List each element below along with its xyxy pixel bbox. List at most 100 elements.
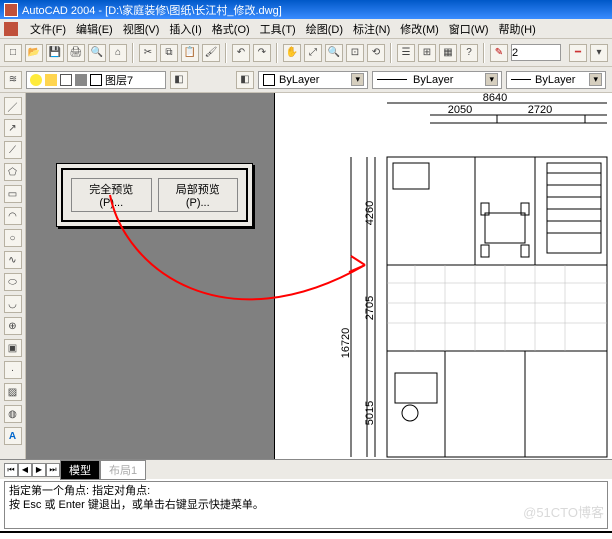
tab-next-icon[interactable]: ▶ [32,463,46,477]
redo-icon[interactable]: ↷ [253,44,271,62]
dc-icon[interactable]: ⊞ [418,44,436,62]
separator [276,43,278,63]
pan-icon[interactable]: ✋ [283,44,301,62]
cmd-line-2: 按 Esc 或 Enter 键退出，或单击右键显示快捷菜单。 [9,498,603,512]
menu-tools[interactable]: 工具(T) [256,20,300,38]
watermark: @51CTO博客 [523,502,604,521]
zoommisc-icon[interactable]: 🔍 [325,44,343,62]
layer-toolbar: ≋ 图层7 ◧ ◧ ByLayer ByLayer ByLayer [0,67,612,93]
model-space-left[interactable]: 完全预览(P)... 局部预览(P)... [26,93,274,459]
tab-last-icon[interactable]: ⏭ [46,463,60,477]
menu-view[interactable]: 视图(V) [119,20,164,38]
point-icon[interactable]: · [4,361,22,379]
tp-icon[interactable]: ▦ [439,44,457,62]
menu-file[interactable]: 文件(F) [26,20,70,38]
color-ctrl-icon[interactable]: ◧ [236,71,254,89]
menu-help[interactable]: 帮助(H) [495,20,540,38]
dim-left-a: 4260 [364,201,376,225]
plot-icon [75,74,87,86]
linetype-combo[interactable]: ByLayer [372,71,502,89]
menu-insert[interactable]: 插入(I) [165,20,205,38]
dim-left-c: 5015 [364,401,376,425]
lineweight-input[interactable] [511,44,561,61]
help-icon[interactable]: ? [460,44,478,62]
line-icon[interactable]: ／ [4,97,22,115]
doc-icon[interactable] [4,22,18,36]
undo-icon[interactable]: ↶ [232,44,250,62]
rect-icon[interactable]: ▭ [4,185,22,203]
floorplan-svg: 8640 2050 2720 4260 2705 5015 16720 [275,93,612,459]
lineweight-value: ByLayer [535,74,575,86]
tab-prev-icon[interactable]: ◀ [18,463,32,477]
sun-icon [45,74,57,86]
drawing-viewport[interactable]: 8640 2050 2720 4260 2705 5015 16720 [274,93,612,459]
preview-dialog: 完全预览(P)... 局部预览(P)... [56,163,253,227]
open-icon[interactable]: 📂 [25,44,43,62]
draw-toolbar: ／ ↗ ⟋ ⬠ ▭ ◠ ○ ∿ ⬭ ◡ ⊕ ▣ · ▨ ◍ A [0,93,26,459]
menu-modify[interactable]: 修改(M) [396,20,443,38]
lw-preset-icon[interactable]: ━ [569,44,587,62]
block-icon[interactable]: ▣ [4,339,22,357]
dim-top-total: 8640 [483,93,507,104]
spline-icon[interactable]: ∿ [4,251,22,269]
pen-icon[interactable]: ✎ [490,44,508,62]
menu-window[interactable]: 窗口(W) [445,20,493,38]
bottom-border [0,531,612,535]
color-combo[interactable]: ByLayer [258,71,368,89]
save-icon[interactable]: 💾 [46,44,64,62]
menu-edit[interactable]: 编辑(E) [72,20,117,38]
zoomwin-icon[interactable]: ⊡ [346,44,364,62]
match-icon[interactable]: 🖌 [202,44,220,62]
command-line[interactable]: 指定第一个角点: 指定对角点: 按 Esc 或 Enter 键退出，或单击右键显… [4,481,608,529]
full-preview-button[interactable]: 完全预览(P)... [71,178,152,212]
layer-prev-icon[interactable]: ◧ [170,71,188,89]
layer-name: 图层7 [105,72,133,88]
app-icon [4,3,18,17]
text-icon[interactable]: A [4,427,22,445]
tab-layout1[interactable]: 布局1 [100,460,146,480]
layout-tabs: ⏮ ◀ ▶ ⏭ 模型 布局1 [0,459,612,479]
dim-far-left: 16720 [340,328,352,359]
window-title: AutoCAD 2004 - [D:\家庭装修\图纸\长江村_修改.dwg] [22,2,282,18]
ellipse-icon[interactable]: ⬭ [4,273,22,291]
publish-icon[interactable]: ⌂ [109,44,127,62]
paste-icon[interactable]: 📋 [181,44,199,62]
layer-mgr-icon[interactable]: ≋ [4,71,22,89]
color-value: ByLayer [279,74,319,86]
menu-draw[interactable]: 绘图(D) [302,20,347,38]
separator [225,43,227,63]
zoom-rt-icon[interactable]: ⤢ [304,44,322,62]
hatch-icon[interactable]: ▨ [4,383,22,401]
arc-icon[interactable]: ◠ [4,207,22,225]
layer-combo[interactable]: 图层7 [26,71,166,89]
menu-bar[interactable]: 文件(F) 编辑(E) 视图(V) 插入(I) 格式(O) 工具(T) 绘图(D… [0,19,612,39]
dim-left-b: 2705 [364,296,376,320]
menu-dim[interactable]: 标注(N) [349,20,394,38]
separator [390,43,392,63]
zoomprev-icon[interactable]: ⟲ [367,44,385,62]
region-icon[interactable]: ◍ [4,405,22,423]
pline-icon[interactable]: ⟋ [4,141,22,159]
ellipsearc-icon[interactable]: ◡ [4,295,22,313]
insert-icon[interactable]: ⊕ [4,317,22,335]
circle-icon[interactable]: ○ [4,229,22,247]
polygon-icon[interactable]: ⬠ [4,163,22,181]
work-area: ／ ↗ ⟋ ⬠ ▭ ◠ ○ ∿ ⬭ ◡ ⊕ ▣ · ▨ ◍ A 完全预览(P).… [0,93,612,459]
new-icon[interactable]: □ [4,44,22,62]
cmd-line-1: 指定第一个角点: 指定对角点: [9,484,603,498]
tab-first-icon[interactable]: ⏮ [4,463,18,477]
lineweight-combo[interactable]: ByLayer [506,71,606,89]
xline-icon[interactable]: ↗ [4,119,22,137]
print-icon[interactable]: 🖨 [67,44,85,62]
title-bar: AutoCAD 2004 - [D:\家庭装修\图纸\长江村_修改.dwg] [0,0,612,19]
copy-icon[interactable]: ⧉ [160,44,178,62]
preview-icon[interactable]: 🔍 [88,44,106,62]
bulb-icon [30,74,42,86]
style-icon[interactable]: ▾ [590,44,608,62]
tab-model[interactable]: 模型 [60,460,100,480]
menu-format[interactable]: 格式(O) [208,20,254,38]
partial-preview-button[interactable]: 局部预览(P)... [158,178,239,212]
props-icon[interactable]: ☰ [397,44,415,62]
cut-icon[interactable]: ✂ [139,44,157,62]
lock-icon [60,74,72,86]
